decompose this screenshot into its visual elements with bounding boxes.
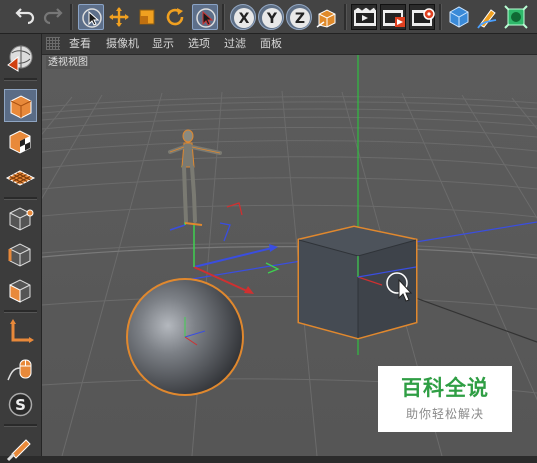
z-axis-lock-icon[interactable]: Z <box>286 4 312 30</box>
polygons-mode-icon[interactable] <box>4 274 37 307</box>
watermark: 百科全说 助你轻松解决 <box>378 366 512 432</box>
mode-palette: S <box>0 34 42 462</box>
menu-cameras[interactable]: 摄像机 <box>106 37 139 51</box>
cinema4d-window: X Y Z S 查看 摄像机 显示 选项 过滤 面板 透视视图 百科全说 助你轻… <box>0 0 537 462</box>
menu-display[interactable]: 显示 <box>152 37 174 51</box>
render-view-icon[interactable] <box>351 4 377 30</box>
sphere-object[interactable] <box>126 278 244 396</box>
object-mode-icon[interactable] <box>4 89 37 122</box>
x-axis-lock-icon[interactable]: X <box>230 4 256 30</box>
watermark-subtitle: 助你轻松解决 <box>405 407 484 421</box>
workplane-icon[interactable] <box>4 161 37 194</box>
render-settings-icon[interactable] <box>409 4 435 30</box>
svg-text:Z: Z <box>295 11 305 27</box>
model-mode-icon[interactable] <box>4 41 37 74</box>
rotate-icon[interactable] <box>162 4 188 30</box>
move-icon[interactable] <box>106 4 132 30</box>
watermark-title: 百科全说 <box>401 376 489 400</box>
scale-icon[interactable] <box>134 4 160 30</box>
axis-mode-icon[interactable] <box>4 316 37 349</box>
y-axis-lock-icon[interactable]: Y <box>258 4 284 30</box>
undo-icon[interactable] <box>12 4 38 30</box>
svg-text:Y: Y <box>266 11 278 27</box>
paint-icon[interactable] <box>4 430 37 463</box>
snap-icon[interactable]: S <box>4 388 37 421</box>
panel-grip-icon[interactable] <box>46 37 60 50</box>
pen-icon[interactable] <box>474 4 500 30</box>
cube-icon[interactable] <box>446 4 472 30</box>
view-label: 透视视图 <box>46 56 90 69</box>
points-mode-icon[interactable] <box>4 202 37 235</box>
cube-object[interactable] <box>297 225 418 340</box>
deformer-icon[interactable] <box>503 4 529 30</box>
texture-mode-icon[interactable] <box>4 125 37 158</box>
viewport-menubar: 查看 摄像机 显示 选项 过滤 面板 <box>42 34 537 55</box>
menu-panel[interactable]: 面板 <box>260 37 282 51</box>
menu-filter[interactable]: 过滤 <box>224 37 246 51</box>
svg-text:X: X <box>239 11 250 27</box>
menu-view[interactable]: 查看 <box>69 37 91 51</box>
tweak-mode-icon[interactable] <box>4 352 37 385</box>
edges-mode-icon[interactable] <box>4 238 37 271</box>
coordinate-system-icon[interactable] <box>314 4 340 30</box>
redo-icon[interactable] <box>40 4 66 30</box>
main-toolbar: X Y Z <box>0 0 537 34</box>
recent-tool-icon[interactable] <box>192 4 218 30</box>
svg-text:S: S <box>15 396 26 414</box>
menu-options[interactable]: 选项 <box>188 37 210 51</box>
render-picture-viewer-icon[interactable] <box>380 4 406 30</box>
live-select-icon[interactable] <box>78 4 104 30</box>
